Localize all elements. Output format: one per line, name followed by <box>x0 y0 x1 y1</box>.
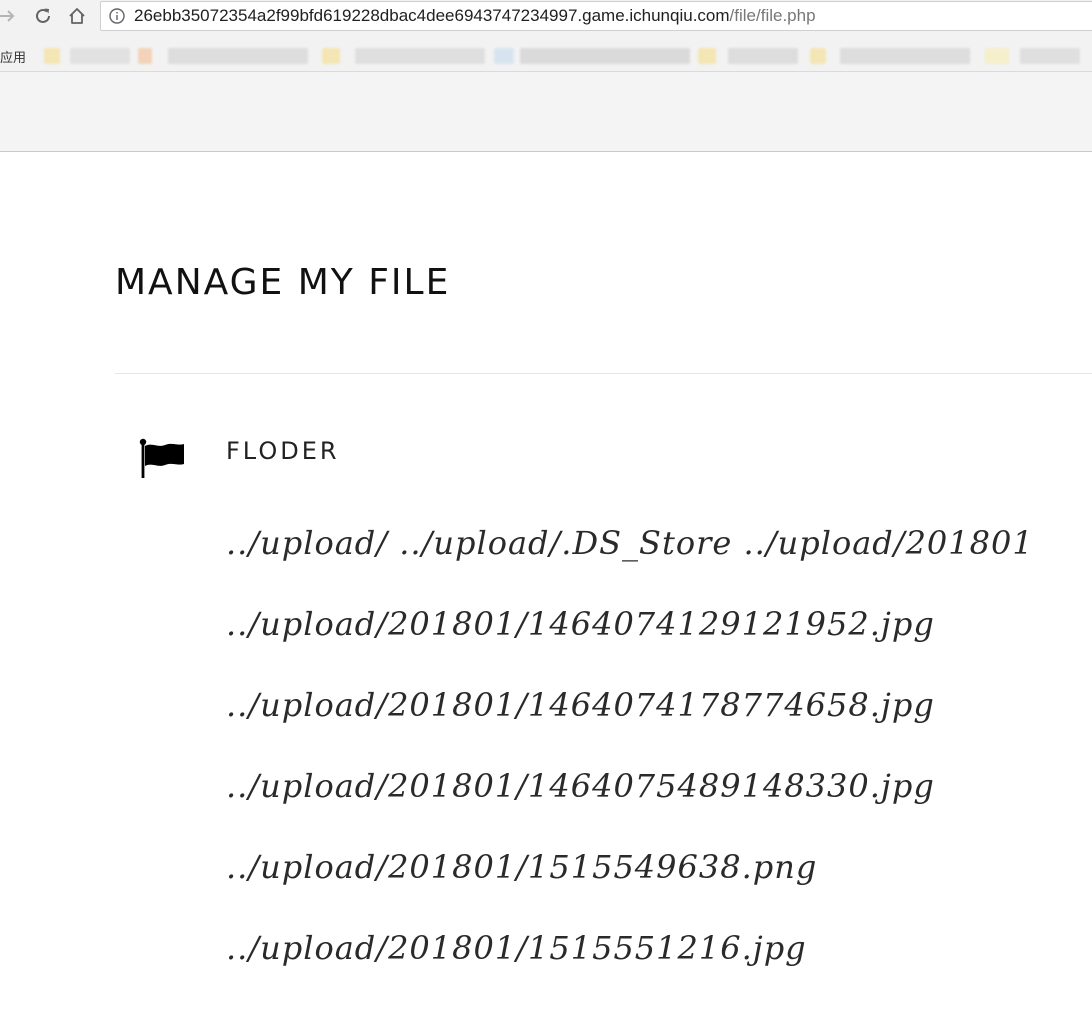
file-list: ../upload/ ../upload/.DS_Store ../upload… <box>226 513 1034 999</box>
bookmark-item[interactable] <box>520 48 690 64</box>
bookmark-item[interactable] <box>698 48 716 64</box>
divider <box>115 373 1092 374</box>
browser-toolbar: 26ebb35072354a2f99bfd619228dbac4dee69437… <box>0 0 1092 72</box>
bookmarks-bar: 应用 <box>0 40 1092 72</box>
bookmark-item[interactable] <box>355 48 485 64</box>
file-entry[interactable]: ../upload/201801/1515549638.png <box>226 837 1034 918</box>
home-button[interactable] <box>64 3 90 29</box>
bookmark-item[interactable] <box>1020 48 1080 64</box>
file-entry[interactable]: ../upload/201801/1464075489148330.jpg <box>226 756 1034 837</box>
bookmark-item[interactable] <box>985 48 1009 64</box>
bookmark-item[interactable] <box>70 48 130 64</box>
page-title: MANAGE MY FILE <box>115 262 451 303</box>
bookmark-item[interactable] <box>494 48 514 64</box>
bookmark-item[interactable] <box>322 48 340 64</box>
bookmark-item[interactable] <box>728 48 798 64</box>
reload-button[interactable] <box>30 3 56 29</box>
bookmark-item[interactable] <box>138 48 152 64</box>
site-header <box>0 72 1092 152</box>
bookmark-item[interactable] <box>44 48 60 64</box>
home-icon <box>69 8 85 24</box>
arrow-right-icon <box>0 10 15 22</box>
flag-icon <box>139 438 184 478</box>
url-host: 26ebb35072354a2f99bfd619228dbac4dee69437… <box>134 6 730 25</box>
url-text[interactable]: 26ebb35072354a2f99bfd619228dbac4dee69437… <box>134 6 816 26</box>
bookmark-apps[interactable]: 应用 <box>0 47 26 66</box>
forward-button[interactable] <box>0 3 20 29</box>
bookmark-item[interactable] <box>168 48 308 64</box>
bookmark-item[interactable] <box>840 48 970 64</box>
file-entry[interactable]: ../upload/ ../upload/.DS_Store ../upload… <box>226 513 1034 594</box>
file-entry[interactable]: ../upload/201801/1464074129121952.jpg <box>226 594 1034 675</box>
file-entry[interactable]: ../upload/201801/1464074178774658.jpg <box>226 675 1034 756</box>
info-icon[interactable] <box>109 8 125 24</box>
reload-icon <box>36 8 50 23</box>
bookmark-item[interactable] <box>810 48 826 64</box>
url-path: /file/file.php <box>729 6 816 25</box>
address-bar[interactable]: 26ebb35072354a2f99bfd619228dbac4dee69437… <box>100 1 1092 31</box>
file-entry[interactable]: ../upload/201801/1515551216.jpg <box>226 918 1034 999</box>
folder-heading: FLODER <box>226 437 340 465</box>
